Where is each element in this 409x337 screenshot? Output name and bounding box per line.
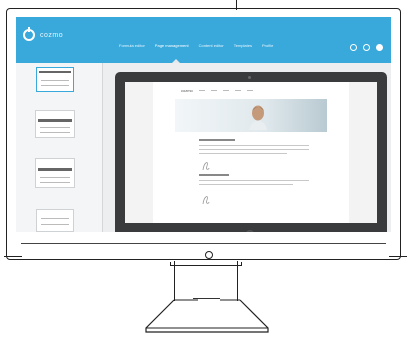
monitor-top-mark: [236, 0, 237, 10]
text-block: [199, 139, 309, 157]
monitor-stand-neck: [174, 261, 238, 301]
text-line: [199, 145, 309, 146]
thumbnail-line: [40, 182, 70, 183]
monitor-bezel-line: [21, 243, 386, 244]
page-thumbnail[interactable]: [36, 67, 74, 92]
nav-item[interactable]: Formula editor: [119, 43, 145, 48]
nav-item[interactable]: Content editor: [199, 43, 224, 48]
thumbnail-line: [40, 127, 70, 128]
thumbnail-line: [41, 224, 69, 225]
text-heading: [199, 139, 235, 141]
thumbnail-line: [40, 177, 70, 178]
top-actions: [350, 44, 383, 51]
page-thumbnail[interactable]: [36, 209, 74, 232]
thumbnail-line: [41, 80, 69, 81]
monitor-side-tick: [4, 256, 22, 257]
camera-icon: [248, 76, 251, 79]
preview-margin: [349, 82, 377, 223]
text-line: [199, 180, 309, 181]
thumbnail-header: [39, 71, 71, 73]
site-nav-link: [246, 89, 253, 91]
thumbnail-line: [40, 132, 70, 133]
text-line: [199, 153, 287, 154]
monitor-stand-base: [145, 299, 269, 333]
nav-item-active[interactable]: Page management: [155, 43, 189, 48]
tablet-preview: cozmo: [115, 72, 387, 232]
page-thumbnail[interactable]: [35, 158, 75, 188]
thumbnail-line: [41, 218, 69, 219]
site-nav: cozmo: [175, 87, 327, 93]
logo-text: cozmo: [40, 31, 64, 39]
site-nav-link: [234, 89, 241, 91]
main-nav: Formula editor Page management Content e…: [119, 43, 273, 48]
monitor-side-tick: [389, 256, 407, 257]
eye-icon[interactable]: [350, 44, 357, 51]
text-line: [199, 149, 309, 150]
site-logo: cozmo: [181, 87, 193, 93]
thumbnail-header: [38, 119, 72, 122]
site-nav-link: [210, 89, 217, 91]
top-bar: cozmo Formula editor Page management Con…: [16, 17, 391, 63]
signature-mark: [202, 162, 210, 171]
text-heading: [199, 174, 229, 176]
power-button[interactable]: [205, 251, 213, 259]
portrait-illustration: [249, 105, 267, 130]
tablet-screen: cozmo: [125, 82, 377, 223]
preview-margin: [125, 82, 153, 223]
nav-item[interactable]: Templates: [234, 43, 252, 48]
page-thumbnails-sidebar: [16, 63, 103, 232]
text-block: [199, 174, 309, 188]
gear-icon[interactable]: [363, 44, 370, 51]
text-line: [199, 184, 293, 185]
hero-image: [175, 99, 327, 132]
user-icon[interactable]: [376, 44, 383, 51]
nav-item[interactable]: Profile: [262, 43, 273, 48]
logo[interactable]: cozmo: [23, 27, 64, 41]
screen: cozmo Formula editor Page management Con…: [16, 17, 391, 232]
site-nav-link: [198, 89, 205, 91]
site-nav-link: [222, 89, 229, 91]
page-thumbnail[interactable]: [35, 110, 75, 138]
thumbnail-header: [38, 168, 72, 171]
home-button[interactable]: [246, 230, 254, 232]
thumbnail-line: [41, 85, 69, 86]
preview-stage: cozmo: [103, 63, 391, 232]
power-logo-icon: [23, 27, 35, 41]
signature-mark: [202, 196, 210, 205]
website-preview[interactable]: cozmo: [175, 82, 327, 223]
